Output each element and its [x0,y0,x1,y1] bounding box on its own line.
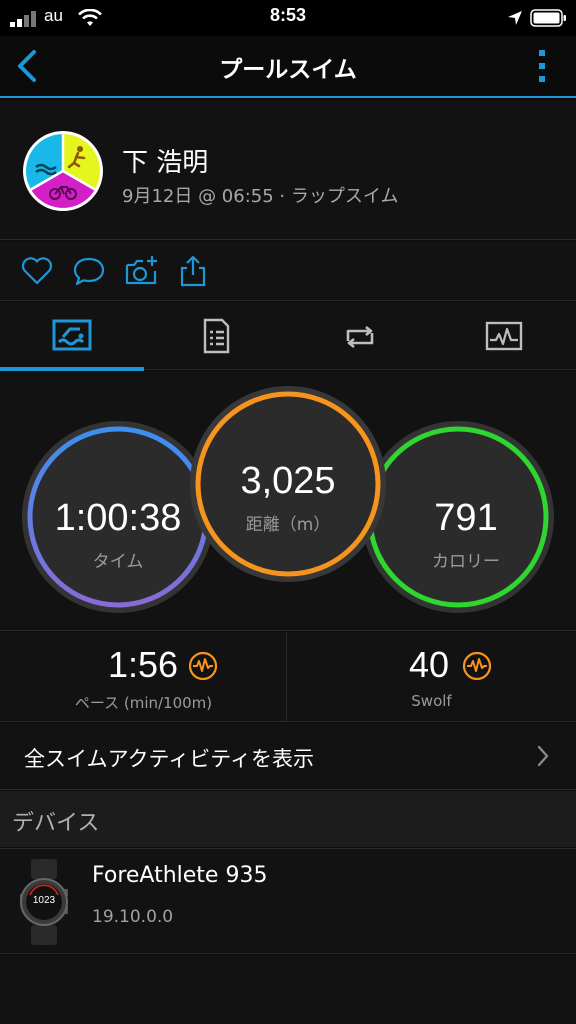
pace-label: ペース (min/100m) [74,694,213,712]
share-icon[interactable] [176,255,210,287]
swolf-label: Swolf [411,692,452,710]
triathlon-avatar-icon[interactable] [22,130,104,212]
pace-stat[interactable]: 1:56 ペース (min/100m) [0,632,287,722]
location-icon [508,11,522,25]
tab-summary[interactable] [0,302,144,371]
status-bar: au 8:53 [0,0,576,36]
nav-bar: プールスイム [0,36,576,98]
swolf-chart-icon [462,651,492,681]
details-list-icon [203,318,230,354]
device-row[interactable]: 1023 ForeAthlete 935 19.10.0.0 [0,848,576,954]
watch-face-time: 1023 [32,895,56,906]
status-time: 8:53 [269,5,307,25]
pace-value: 1:56 [108,644,179,685]
battery-icon [530,9,566,27]
devices-section-header: デバイス [0,791,576,847]
pace-chart-icon [188,651,218,681]
distance-label: 距離（m） [245,515,331,535]
calories-value: 791 [434,497,498,539]
tab-charts[interactable] [432,302,576,370]
distance-value: 3,025 [240,460,336,502]
more-vertical-icon[interactable] [536,48,548,84]
activity-subtitle: 9月12日 @ 06:55 · ラップスイム [122,186,399,207]
device-version: 19.10.0.0 [92,907,174,927]
tab-bar [0,302,576,371]
time-label: タイム [92,552,144,572]
metrics-panel: 1:00:38 タイム 791 カロリー 3,025 距離（m） [0,371,576,631]
empty-area [0,955,576,1024]
swolf-value: 40 [409,644,450,685]
user-name[interactable]: 下 浩明 [122,142,208,179]
time-value: 1:00:38 [54,497,182,539]
all-swim-activities-link[interactable]: 全スイムアクティビティを表示 [0,723,576,790]
time-metric: 1:00:38 タイム [30,429,206,605]
chart-icon [485,321,523,351]
swolf-stat[interactable]: 40 Swolf [288,632,575,722]
calories-metric: 791 カロリー [370,429,546,605]
activity-header: 下 浩明 9月12日 @ 06:55 · ラップスイム [0,100,576,240]
add-photo-icon[interactable] [124,255,158,287]
device-name: ForeAthlete 935 [92,863,268,888]
comment-icon[interactable] [72,255,106,287]
all-swim-activities-label: 全スイムアクティビティを表示 [24,747,315,771]
stats-divider [286,632,287,722]
swim-summary-icon [52,319,92,351]
chevron-right-icon [537,745,549,767]
tab-laps[interactable] [288,302,432,370]
calories-label: カロリー [432,552,500,572]
page-title: プールスイム [219,57,357,83]
distance-metric: 3,025 距離（m） [198,394,378,574]
tab-details[interactable] [144,302,288,370]
stats-row: 1:56 ペース (min/100m) 40 Swolf [0,632,576,722]
laps-icon [346,325,374,349]
heart-icon[interactable] [20,255,54,287]
action-bar [0,241,576,301]
devices-section-label: デバイス [12,811,100,836]
